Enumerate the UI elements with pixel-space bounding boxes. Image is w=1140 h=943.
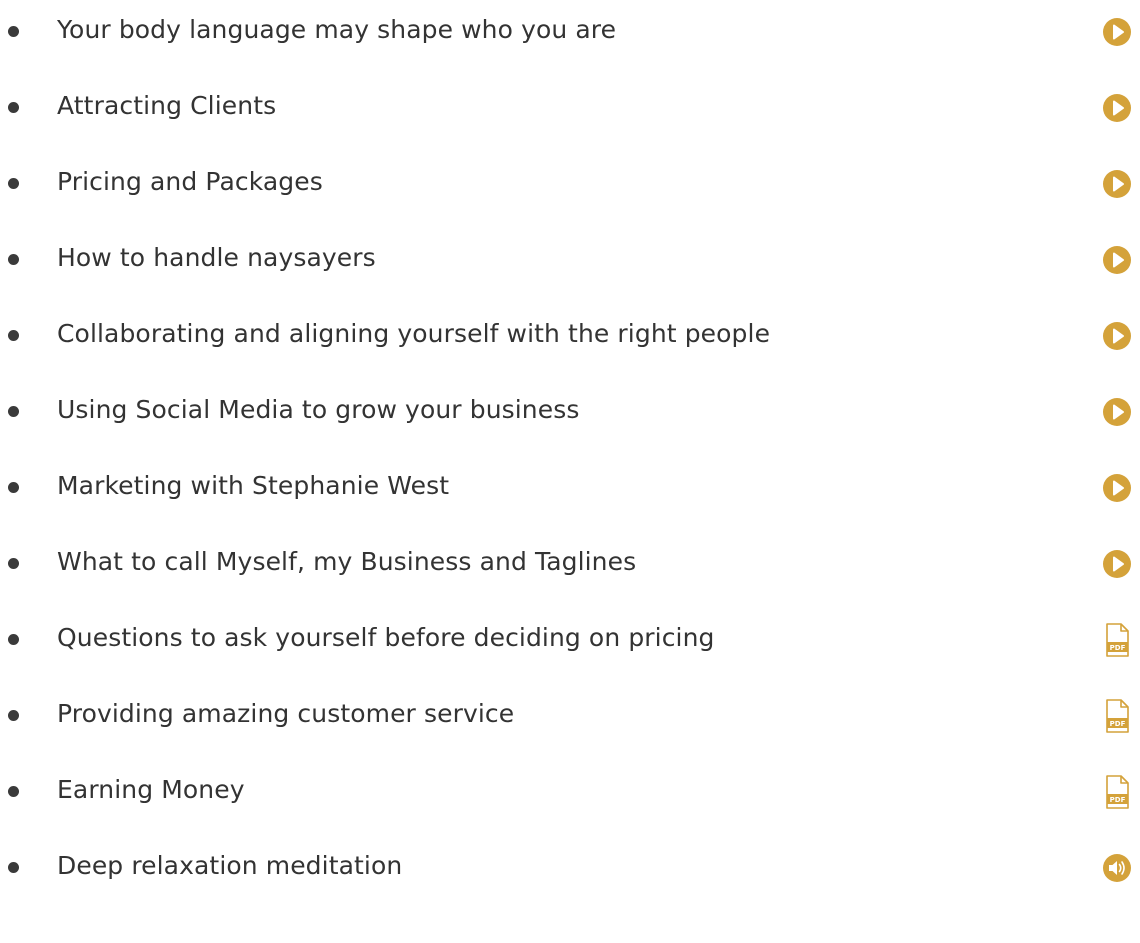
item-label: Collaborating and aligning yourself with… [57,319,771,348]
bullet-icon [8,26,19,37]
play-button[interactable] [1097,468,1137,508]
item-label: Pricing and Packages [57,167,323,196]
pdf-icon-text: PDF [1110,796,1126,804]
audio-play-button[interactable] [1097,848,1137,888]
list-item: Collaborating and aligning yourself with… [0,304,1140,364]
play-button[interactable] [1097,392,1137,432]
pdf-download-button[interactable]: PDF [1097,772,1137,812]
play-icon [1103,246,1131,274]
bullet-icon [8,178,19,189]
play-button[interactable] [1097,164,1137,204]
play-icon [1103,474,1131,502]
play-icon [1103,170,1131,198]
play-icon [1103,94,1131,122]
item-label: Providing amazing customer service [57,699,515,728]
item-label: Questions to ask yourself before decidin… [57,623,715,652]
bullet-icon [8,482,19,493]
list-item: Earning Money PDF [0,760,1140,820]
bullet-icon [8,710,19,721]
audio-icon [1103,854,1131,882]
play-button[interactable] [1097,12,1137,52]
bullet-icon [8,102,19,113]
list-item: Marketing with Stephanie West [0,456,1140,516]
bullet-icon [8,330,19,341]
bullet-icon [8,558,19,569]
item-label: Using Social Media to grow your business [57,395,580,424]
bullet-icon [8,406,19,417]
pdf-icon: PDF [1106,623,1129,657]
pdf-download-button[interactable]: PDF [1097,696,1137,736]
list-item: Pricing and Packages [0,152,1140,212]
list-item: Deep relaxation meditation [0,836,1140,896]
bullet-icon [8,786,19,797]
pdf-icon: PDF [1106,699,1129,733]
play-icon [1103,322,1131,350]
play-button[interactable] [1097,316,1137,356]
list-item: How to handle naysayers [0,228,1140,288]
list-item: Your body language may shape who you are [0,0,1140,60]
list-item: Questions to ask yourself before decidin… [0,608,1140,668]
item-label: Deep relaxation meditation [57,851,403,880]
bullet-icon [8,254,19,265]
list-item: Attracting Clients [0,76,1140,136]
list-item: Using Social Media to grow your business [0,380,1140,440]
play-icon [1103,398,1131,426]
item-label: Earning Money [57,775,245,804]
pdf-download-button[interactable]: PDF [1097,620,1137,660]
bullet-icon [8,634,19,645]
play-button[interactable] [1097,88,1137,128]
item-label: How to handle naysayers [57,243,376,272]
play-button[interactable] [1097,240,1137,280]
play-button[interactable] [1097,544,1137,584]
item-label: Attracting Clients [57,91,277,120]
item-label: What to call Myself, my Business and Tag… [57,547,637,576]
item-label: Marketing with Stephanie West [57,471,450,500]
pdf-icon-text: PDF [1110,720,1126,728]
play-icon [1103,18,1131,46]
pdf-icon-text: PDF [1110,644,1126,652]
item-label: Your body language may shape who you are [57,15,617,44]
list-item: What to call Myself, my Business and Tag… [0,532,1140,592]
bullet-icon [8,862,19,873]
list-item: Providing amazing customer service PDF [0,684,1140,744]
play-icon [1103,550,1131,578]
pdf-icon: PDF [1106,775,1129,809]
